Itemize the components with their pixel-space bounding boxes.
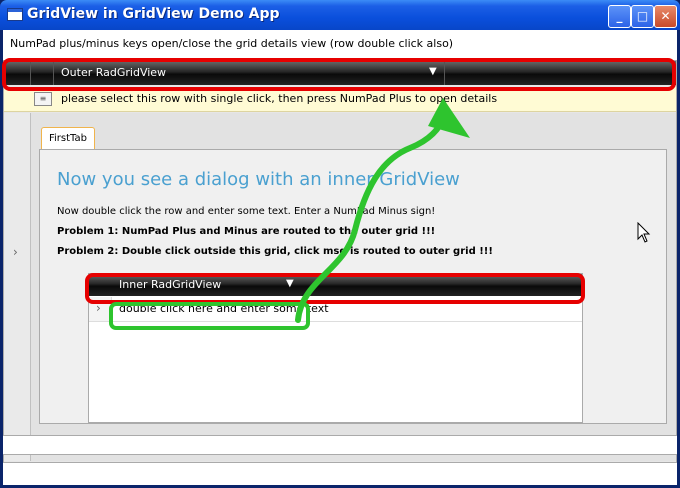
hint-text: NumPad plus/minus keys open/close the gr…: [10, 37, 454, 50]
inner-header-highlight: [85, 273, 585, 304]
outer-row-cell[interactable]: please select this row with single click…: [61, 92, 497, 105]
expand-chevron-icon[interactable]: ›: [13, 245, 18, 259]
problem-2-text: Problem 2: Double click outside this gri…: [57, 246, 493, 257]
row-indicator-strip: ›: [4, 113, 31, 461]
mouse-cursor-icon: [637, 222, 651, 243]
client-area: NumPad plus/minus keys open/close the gr…: [3, 30, 677, 485]
dialog-title: Now you see a dialog with an inner GridV…: [57, 169, 460, 190]
tab-firsttab[interactable]: FirstTab: [41, 127, 95, 150]
title-bar[interactable]: GridView in GridView Demo App _ □ ✕: [0, 0, 680, 30]
window-title: GridView in GridView Demo App: [27, 6, 280, 22]
problem-1-text: Problem 1: NumPad Plus and Minus are rou…: [57, 226, 436, 237]
app-icon: [7, 8, 23, 21]
outer-header-highlight: [2, 58, 676, 91]
minimize-button[interactable]: _: [608, 5, 631, 28]
status-bar: [3, 435, 677, 455]
inner-cell-highlight: [109, 302, 310, 330]
row-details-icon: ≡: [34, 92, 52, 106]
close-button[interactable]: ✕: [654, 5, 677, 28]
outer-grid[interactable]: Outer RadGridView ▼ ≡ please select this…: [3, 60, 677, 463]
instruction-text: Now double click the row and enter some …: [57, 206, 436, 217]
maximize-button[interactable]: □: [631, 5, 654, 28]
